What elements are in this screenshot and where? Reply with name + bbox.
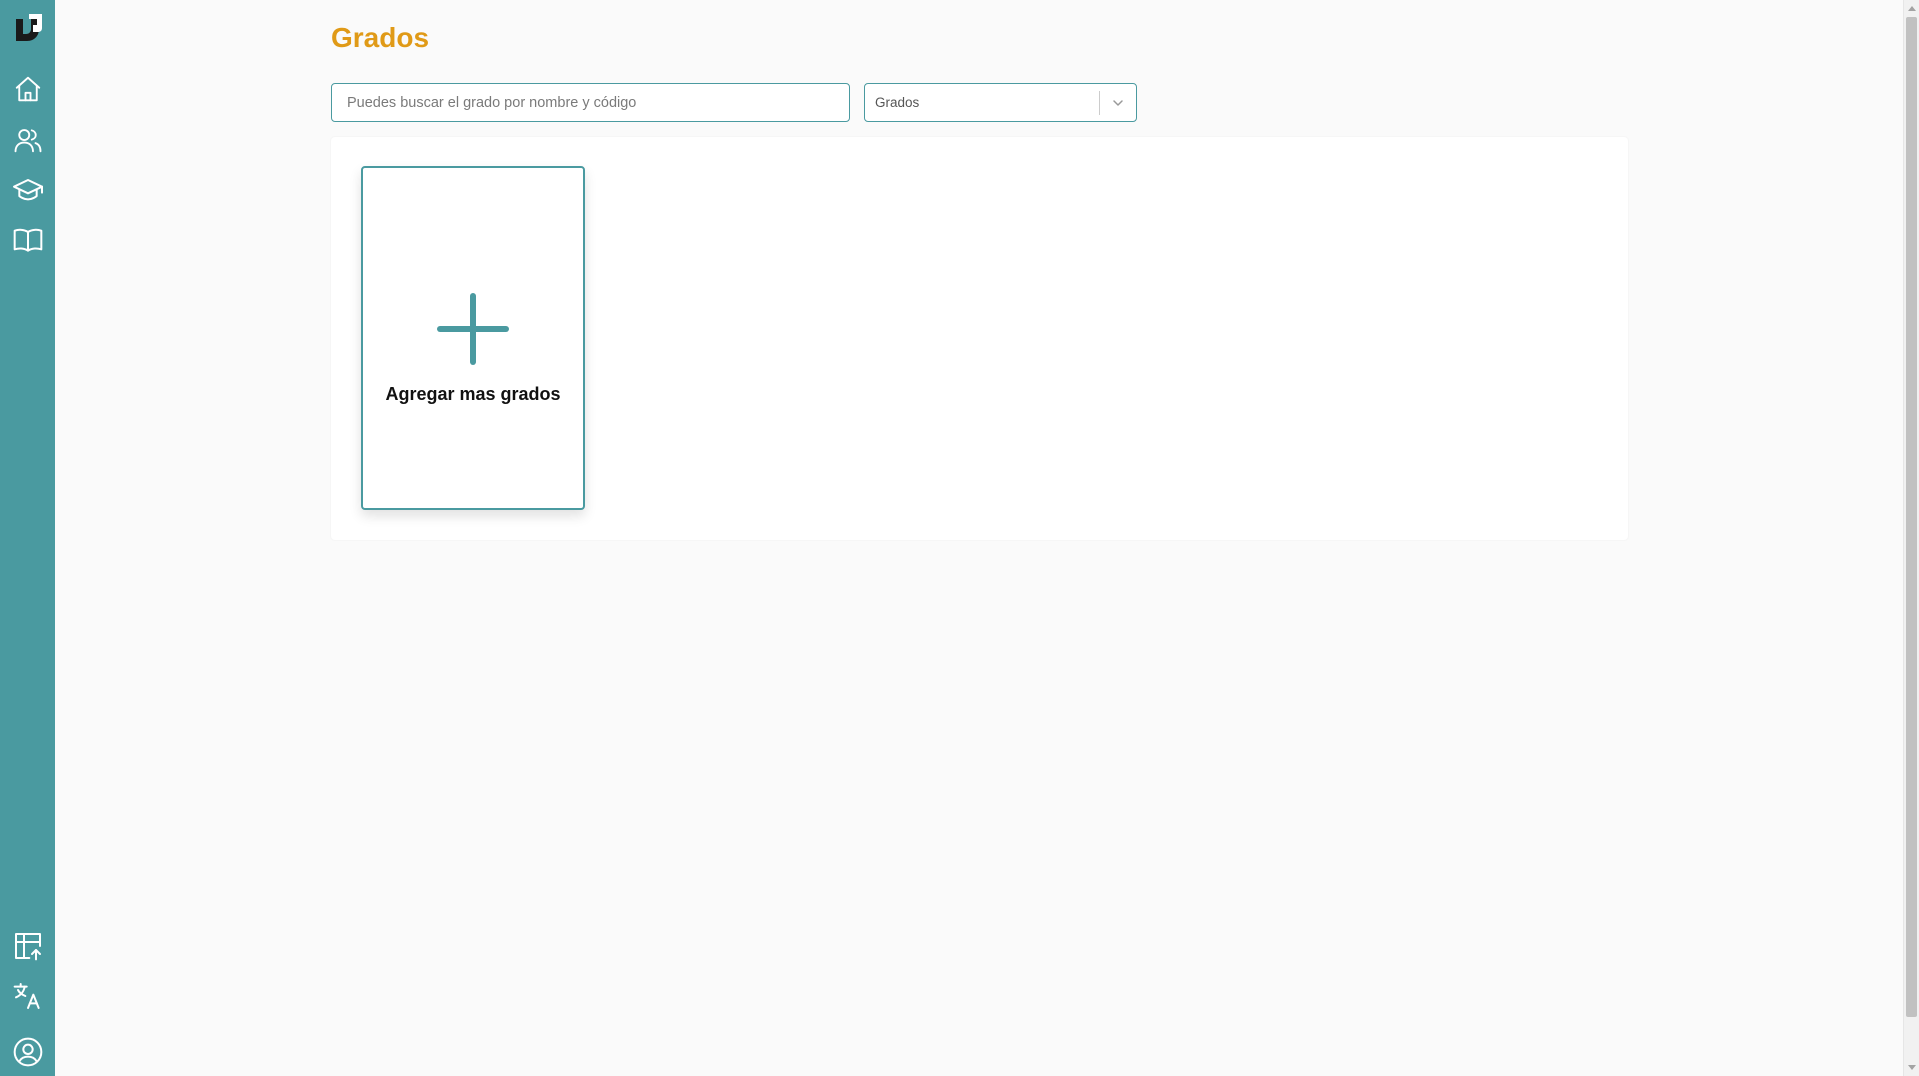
d-logo-icon xyxy=(15,14,42,41)
app-logo[interactable] xyxy=(0,5,55,49)
home-icon xyxy=(15,76,40,102)
add-grado-card[interactable]: Agregar mas grados xyxy=(361,166,585,510)
table-upload-icon xyxy=(14,933,41,961)
grados-panel: Agregar mas grados xyxy=(331,137,1628,540)
sidebar-item-users[interactable] xyxy=(0,118,55,162)
select-dropdown-toggle[interactable] xyxy=(1100,83,1136,122)
sidebar-item-home[interactable] xyxy=(0,67,55,111)
sidebar-item-courses[interactable] xyxy=(0,218,55,262)
scroll-down-button[interactable] xyxy=(1904,1060,1919,1076)
translate-icon xyxy=(13,983,40,1009)
scroll-up-button[interactable] xyxy=(1904,0,1919,16)
select-value: Grados xyxy=(875,95,920,110)
plus-icon xyxy=(437,293,509,365)
main-content: Grados Grados Agregar mas grados xyxy=(55,0,1903,1076)
sidebar-item-grados[interactable] xyxy=(0,168,55,212)
sidebar-item-import[interactable] xyxy=(0,924,55,968)
sidebar-item-language[interactable] xyxy=(0,974,55,1018)
users-icon xyxy=(14,129,41,153)
sidebar-item-profile[interactable] xyxy=(0,1030,55,1074)
scrollbar-thumb[interactable] xyxy=(1906,17,1917,1017)
grados-filter-select[interactable]: Grados xyxy=(864,83,1137,122)
add-grado-label: Agregar mas grados xyxy=(385,384,561,404)
scroll-up-arrow-icon xyxy=(1908,6,1916,11)
scroll-down-arrow-icon xyxy=(1908,1065,1916,1070)
sidebar xyxy=(0,0,55,1076)
book-open-icon xyxy=(13,228,42,252)
search-input[interactable] xyxy=(331,83,850,122)
graduation-cap-icon xyxy=(12,179,43,201)
page-title: Grados xyxy=(331,22,430,53)
user-circle-icon xyxy=(13,1037,42,1067)
page-scrollbar[interactable] xyxy=(1903,0,1919,1076)
chevron-down-icon xyxy=(1113,99,1123,106)
